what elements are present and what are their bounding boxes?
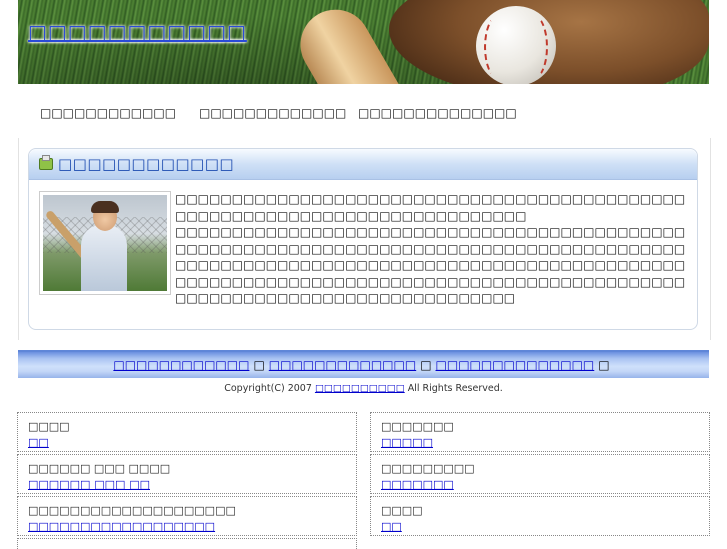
- site-title-link[interactable]: □□□□□□□□□□□: [28, 20, 247, 44]
- grid-cell: □□□□ □□: [370, 496, 710, 536]
- grid-cell: □□□□ □□: [17, 412, 357, 452]
- nav-link-3[interactable]: □□□□□□□□□□□□□□: [358, 106, 517, 120]
- grid-cell: □□□□□□□□□ □□□□□□□: [370, 454, 710, 494]
- copyright-prefix: Copyright(C) 2007: [224, 383, 312, 394]
- footer-link-1[interactable]: □□□□□□□□□□□□: [113, 358, 249, 372]
- copyright-line: Copyright(C) 2007 □□□□□□□□□□ All Rights …: [0, 383, 727, 394]
- paragraph: □□□□□□□□□□□□□□□□□□□□□□□□□□□□□□□□□□□□□□□□…: [175, 192, 686, 223]
- nav-link-2[interactable]: □□□□□□□□□□□□□: [199, 106, 358, 120]
- grid-cell-label: □□□□: [381, 504, 423, 517]
- printer-icon: [39, 155, 53, 170]
- grid-cell: □□□□□□□ □□□□□: [370, 412, 710, 452]
- copyright-site-link[interactable]: □□□□□□□□□□: [315, 383, 405, 394]
- grid-cell-link[interactable]: □□: [28, 436, 49, 449]
- footer-nav-bar: □□□□□□□□□□□□ □ □□□□□□□□□□□□□ □ □□□□□□□□□□□□□…: [18, 350, 709, 378]
- header-banner: □□□□□□□□□□□: [18, 0, 709, 84]
- footer-link-2[interactable]: □□□□□□□□□□□□□: [269, 358, 416, 372]
- grid-cell-partial: [17, 538, 357, 549]
- panel-title: □□□□□□□□□□□□: [58, 155, 235, 173]
- grid-cell-label: □□□□□□□: [381, 420, 454, 433]
- grid-cell-label: □□□□□□□□□□□□□□□□□□□□: [28, 504, 236, 517]
- player-photo: [39, 191, 171, 295]
- grid-cell-link[interactable]: □□□□□□ □□□ □□: [28, 478, 150, 491]
- separator: □: [598, 358, 610, 372]
- separator: □: [420, 358, 432, 372]
- grid-cell-link[interactable]: □□: [381, 520, 402, 533]
- top-navigation: □□□□□□□□□□□□ □□□□□□□□□□□□□ □□□□□□□□□□□□□…: [40, 106, 517, 120]
- grid-cell-label: □□□□□□□□□: [381, 462, 475, 475]
- grid-cell-link[interactable]: □□□□□□□: [381, 478, 454, 491]
- grid-cell: □□□□□□□□□□□□□□□□□□□□ □□□□□□□□□□□□□□□□□□: [17, 496, 357, 536]
- paragraph: □□□□□□□□□□□□□□□□□□□□□□□□□□□□□□□□□□□□□□□□…: [175, 225, 686, 305]
- copyright-suffix: All Rights Reserved.: [407, 383, 503, 394]
- content-panel: □□□□□□□□□□□□ □□□□□□□□□□□□□□□□□□□□□□□□□□□…: [28, 148, 698, 330]
- grid-cell-label: □□□□: [28, 420, 70, 433]
- grid-cell-label: □□□□□□ □□□ □□□□: [28, 462, 171, 475]
- separator: □: [253, 358, 265, 372]
- nav-link-1[interactable]: □□□□□□□□□□□□: [40, 106, 199, 120]
- panel-header: □□□□□□□□□□□□: [29, 149, 697, 180]
- baseball-image: [476, 6, 556, 84]
- footer-link-3[interactable]: □□□□□□□□□□□□□□: [436, 358, 595, 372]
- grid-cell-link[interactable]: □□□□□: [381, 436, 433, 449]
- panel-body-text: □□□□□□□□□□□□□□□□□□□□□□□□□□□□□□□□□□□□□□□□…: [175, 191, 687, 307]
- grid-cell: □□□□□□ □□□ □□□□ □□□□□□ □□□ □□: [17, 454, 357, 494]
- grid-cell-link[interactable]: □□□□□□□□□□□□□□□□□□: [28, 520, 215, 533]
